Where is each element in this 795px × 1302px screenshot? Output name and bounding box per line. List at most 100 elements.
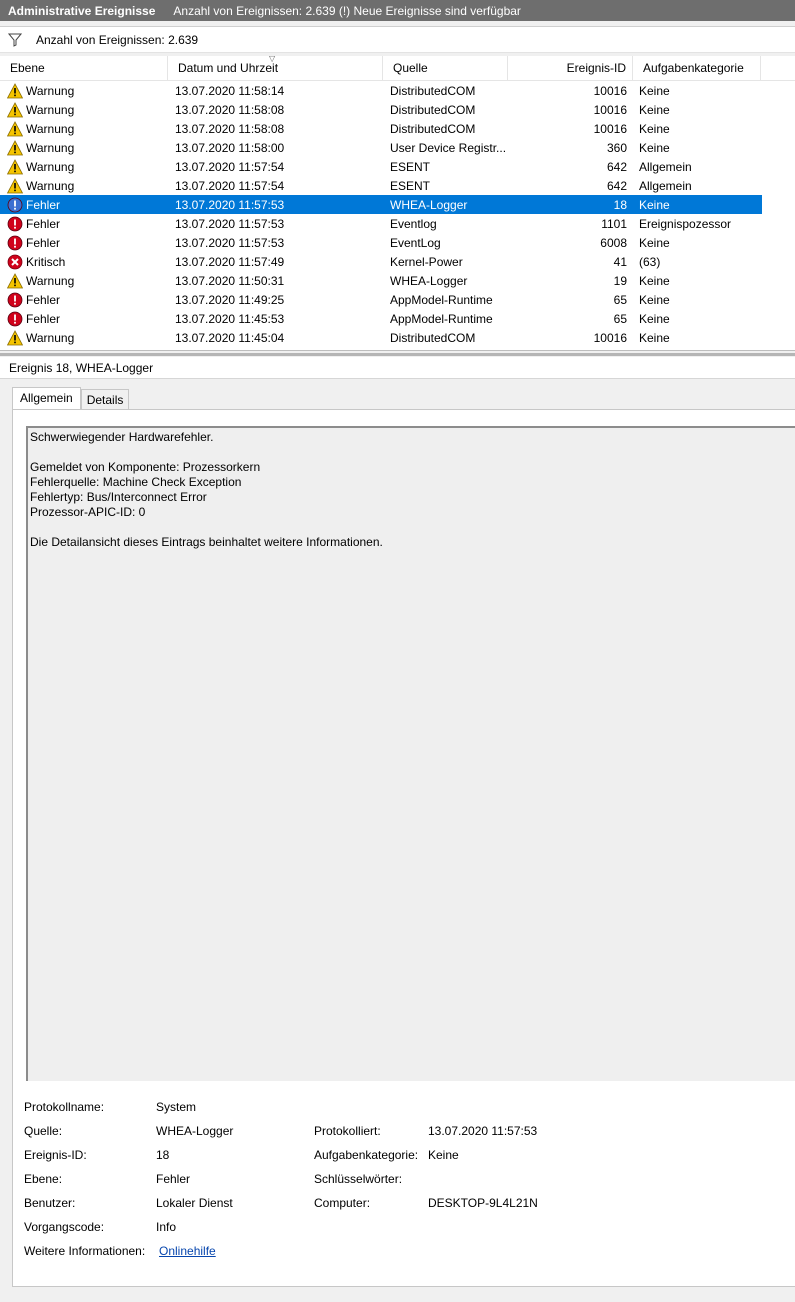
column-header-level[interactable]: Ebene [0, 56, 168, 80]
event-date: 13.07.2020 11:57:53 [175, 216, 285, 231]
column-header-task-category[interactable]: Aufgabenkategorie [633, 56, 761, 80]
label-computer: Computer: [314, 1196, 371, 1210]
event-level-text: Fehler [26, 292, 61, 307]
label-aufgabenkategorie: Aufgabenkategorie: [314, 1148, 419, 1162]
column-header-source[interactable]: Quelle [383, 56, 508, 80]
event-source: DistributedCOM [390, 102, 476, 117]
event-id: 10016 [593, 102, 627, 117]
label-protokollname: Protokollname: [24, 1100, 105, 1114]
sort-arrow-icon: ▽ [269, 56, 276, 63]
event-id: 10016 [593, 121, 627, 136]
event-id: 65 [613, 311, 627, 326]
event-row[interactable]: Warnung 13.07.2020 11:57:54 ESENT 642 Allgem… [0, 157, 762, 176]
error-icon [7, 216, 23, 231]
event-row[interactable]: Fehler 13.07.2020 11:45:53 AppModel-Runtim… [0, 309, 762, 328]
column-header-date-label: Datum und Uhrzeit [178, 61, 279, 75]
filter-count-text: Anzahl von Ereignissen: 2.639 [36, 32, 199, 47]
event-level: Warnung [0, 329, 168, 346]
warning-icon [7, 329, 23, 345]
error-icon [7, 235, 23, 250]
warning-icon [7, 139, 23, 155]
event-date: 13.07.2020 11:57:54 [175, 178, 285, 193]
event-source: Kernel-Power [390, 254, 463, 269]
value-computer: DESKTOP-9L4L21N [428, 1196, 538, 1210]
critical-icon [7, 254, 23, 269]
value-aufgabenkategorie: Keine [428, 1148, 459, 1162]
event-row[interactable]: Fehler 13.07.2020 11:57:53 Eventlog 1101 Ere… [0, 214, 762, 233]
value-ebene: Fehler [156, 1172, 191, 1186]
event-level-text: Warnung [26, 159, 75, 174]
event-level-text: Fehler [26, 197, 61, 212]
tab-details[interactable]: Details [80, 389, 130, 411]
event-source: Eventlog [390, 216, 437, 231]
message-line [30, 445, 794, 460]
event-row[interactable]: Warnung 13.07.2020 11:58:14 DistributedCOM… [0, 81, 762, 100]
event-date: 13.07.2020 11:58:14 [175, 83, 285, 98]
event-id: 360 [606, 140, 627, 155]
event-category: Ereignispozessor [639, 216, 732, 231]
event-id: 10016 [593, 330, 627, 345]
warning-icon [7, 177, 23, 193]
event-level-text: Warnung [26, 140, 75, 155]
event-row[interactable]: Fehler 13.07.2020 11:49:25 AppModel-Runtim… [0, 290, 762, 309]
event-date: 13.07.2020 11:58:08 [175, 102, 285, 117]
value-vorgangscode: Info [156, 1220, 177, 1234]
message-line: Prozessor-APIC-ID: 0 [30, 505, 146, 519]
event-row[interactable]: Warnung 13.07.2020 11:58:00 User Device Re… [0, 138, 762, 157]
event-level: Warnung [0, 139, 168, 156]
error-icon [7, 311, 23, 326]
event-source: WHEA-Logger [390, 197, 468, 212]
error-icon [7, 197, 23, 212]
column-header-date[interactable]: Datum und Uhrzeit ▽ [168, 56, 383, 80]
message-line: Fehlerquelle: Machine Check Exception [30, 475, 242, 489]
event-row[interactable]: Fehler 13.07.2020 11:57:53 EventLog 6008 Kei… [0, 233, 762, 252]
online-help-link[interactable]: Onlinehilfe [159, 1244, 216, 1258]
event-list[interactable]: Ebene Datum und Uhrzeit ▽ Quelle Ereignis… [0, 56, 795, 351]
event-level: Warnung [0, 158, 168, 175]
event-id: 10016 [593, 83, 627, 98]
event-level: Fehler [0, 216, 168, 232]
status-strip [0, 1296, 795, 1302]
value-quelle: WHEA-Logger [156, 1124, 234, 1138]
event-level: Warnung [0, 120, 168, 137]
event-id: 642 [606, 159, 627, 174]
event-level: Kritisch [0, 254, 168, 270]
event-row[interactable]: Warnung 13.07.2020 11:58:08 DistributedCOM… [0, 119, 762, 138]
event-row[interactable]: Warnung 13.07.2020 11:45:04 DistributedCOM… [0, 328, 762, 347]
event-level: Fehler [0, 311, 168, 327]
event-level-text: Kritisch [26, 254, 66, 269]
event-message-box[interactable]: Schwerwiegender Hardwarefehler. Gemeldet … [26, 426, 795, 1081]
event-row[interactable]: Kritisch 13.07.2020 11:57:49 Kernel-Power 4… [0, 252, 762, 271]
event-source: AppModel-Runtime [390, 311, 493, 326]
event-date: 13.07.2020 11:57:49 [175, 254, 285, 269]
general-tab-pane: Schwerwiegender Hardwarefehler. Gemeldet … [12, 409, 795, 1287]
event-list-header: Ebene Datum und Uhrzeit ▽ Quelle Ereignis… [0, 56, 795, 81]
event-detail-title: Ereignis 18, WHEA-Logger [0, 357, 795, 379]
event-level-text: Warnung [26, 83, 75, 98]
label-schluesselwoerter: Schlüsselwörter: [314, 1172, 403, 1186]
filter-icon[interactable] [8, 33, 22, 47]
event-row[interactable]: Fehler 13.07.2020 11:57:53 WHEA-Logger 18 Ke… [0, 195, 762, 214]
event-level: Fehler [0, 235, 168, 251]
event-source: ESENT [390, 159, 431, 174]
event-row[interactable]: Warnung 13.07.2020 11:58:08 DistributedCOM… [0, 100, 762, 119]
event-source: DistributedCOM [390, 330, 476, 345]
event-category: Keine [639, 83, 670, 98]
event-level-text: Warnung [26, 178, 75, 193]
event-row[interactable]: Warnung 13.07.2020 11:50:31 WHEA-Logger 19 K… [0, 271, 762, 290]
event-level: Warnung [0, 177, 168, 194]
column-header-event-id[interactable]: Ereignis-ID [508, 56, 633, 80]
event-id: 19 [613, 273, 627, 288]
event-date: 13.07.2020 11:57:53 [175, 235, 285, 250]
event-category: Allgemein [639, 159, 692, 174]
event-row[interactable]: Warnung 13.07.2020 11:57:54 ESENT 642 Allgem… [0, 176, 762, 195]
warning-icon [7, 120, 23, 136]
tab-allgemein[interactable]: Allgemein [12, 387, 81, 411]
label-weitere-informationen: Weitere Informationen: [24, 1244, 146, 1258]
warning-icon [7, 101, 23, 117]
pane-splitter[interactable] [0, 353, 795, 356]
event-date: 13.07.2020 11:50:31 [175, 273, 285, 288]
message-line: Schwerwiegender Hardwarefehler. [30, 430, 214, 444]
event-level-text: Fehler [26, 235, 61, 250]
label-quelle: Quelle: [24, 1124, 63, 1138]
